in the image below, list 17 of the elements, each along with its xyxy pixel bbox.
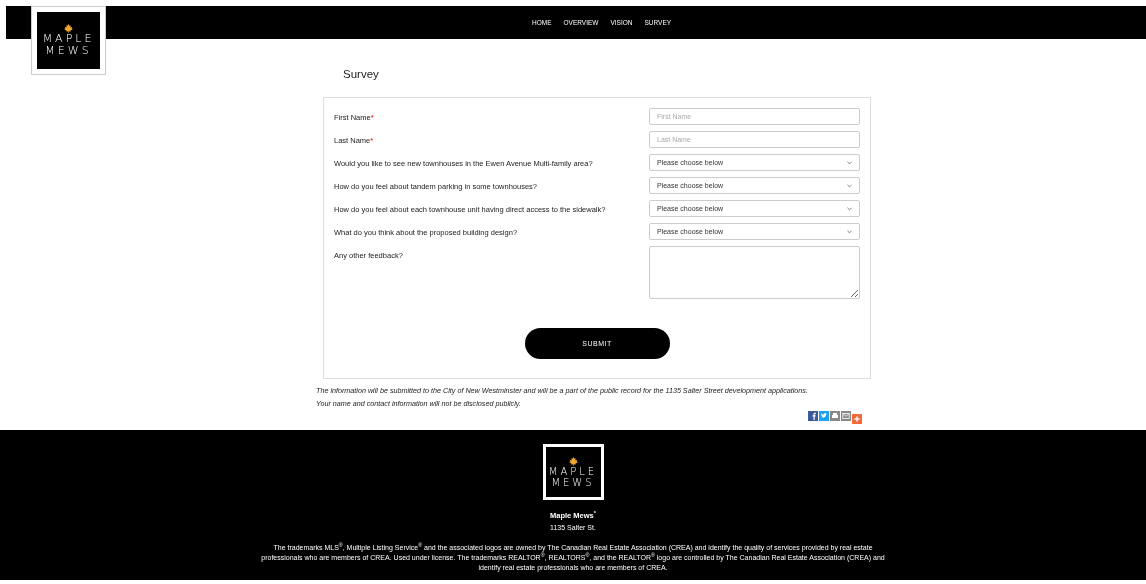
logo-text: MAPLE (42, 32, 95, 45)
logo-text: MEWS (45, 45, 92, 58)
facebook-share-icon[interactable] (808, 411, 818, 422)
page-title: Survey (343, 67, 380, 82)
email-share-icon[interactable] (841, 411, 851, 422)
logo[interactable]: MAPLE MEWS (31, 6, 106, 75)
maple-leaf-icon (64, 23, 73, 33)
chevron-down-icon (847, 229, 852, 234)
twitter-share-icon[interactable] (819, 411, 829, 422)
logo-text: MAPLE (548, 465, 598, 477)
maple-leaf-icon (568, 456, 578, 466)
print-share-icon[interactable] (830, 411, 840, 422)
chevron-down-icon (847, 160, 852, 165)
chevron-down-icon (847, 206, 852, 211)
plus-share-icon[interactable] (852, 414, 862, 425)
chevron-down-icon (847, 183, 852, 188)
logo-text: MEWS (551, 476, 595, 488)
